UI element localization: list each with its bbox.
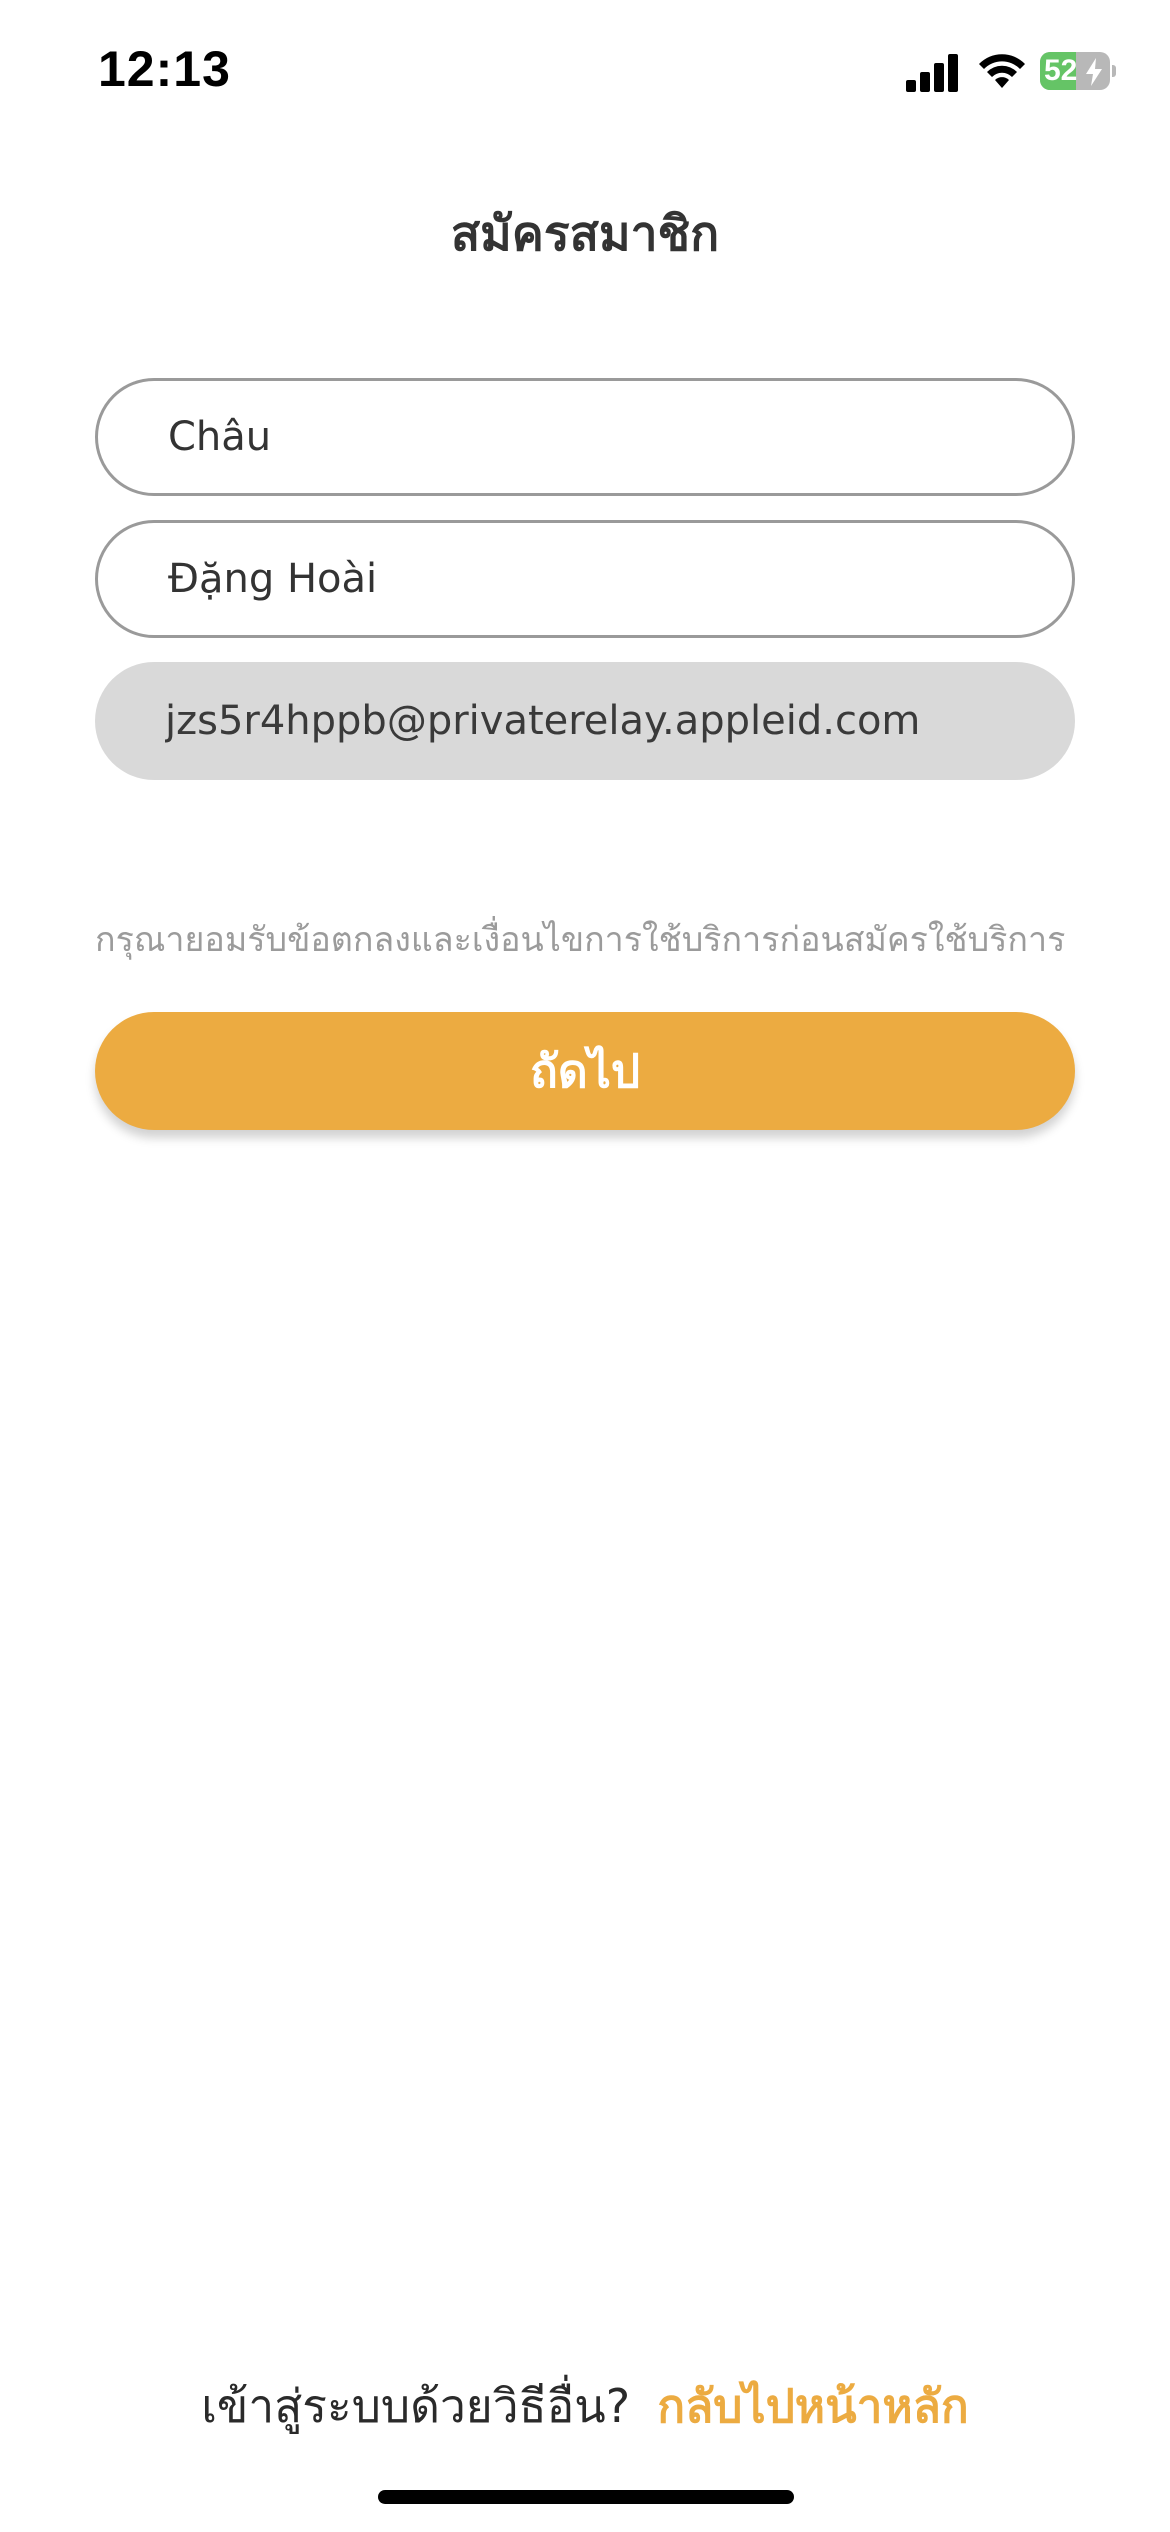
next-button[interactable]: ถัดไป — [95, 1012, 1075, 1130]
last-name-input[interactable] — [98, 523, 1072, 635]
page-title: สมัครสมาชิก — [450, 206, 720, 262]
status-bar: 12:13 52 — [0, 0, 1170, 150]
last-name-field — [95, 520, 1075, 638]
other-login-question: เข้าสู่ระบบด้วยวิธีอื่น? — [201, 2379, 631, 2433]
charging-bolt-icon — [1086, 58, 1102, 86]
email-field — [95, 662, 1075, 780]
wifi-icon — [979, 54, 1025, 88]
status-time: 12:13 — [98, 41, 231, 97]
battery-charging-icon: 52 — [1040, 52, 1116, 92]
cellular-signal-icon — [906, 54, 958, 92]
first-name-field — [95, 378, 1075, 496]
email-input — [95, 662, 1075, 780]
first-name-input[interactable] — [98, 381, 1072, 493]
battery-level: 52 — [1044, 54, 1078, 87]
terms-note: กรุณายอมรับข้อตกลงและเงื่อนไขการใช้บริกา… — [95, 920, 1066, 960]
home-indicator[interactable] — [378, 2490, 794, 2504]
back-to-home-link[interactable]: กลับไปหน้าหลัก — [657, 2379, 969, 2433]
footer: เข้าสู่ระบบด้วยวิธีอื่น? กลับไปหน้าหลัก — [0, 2370, 1170, 2443]
